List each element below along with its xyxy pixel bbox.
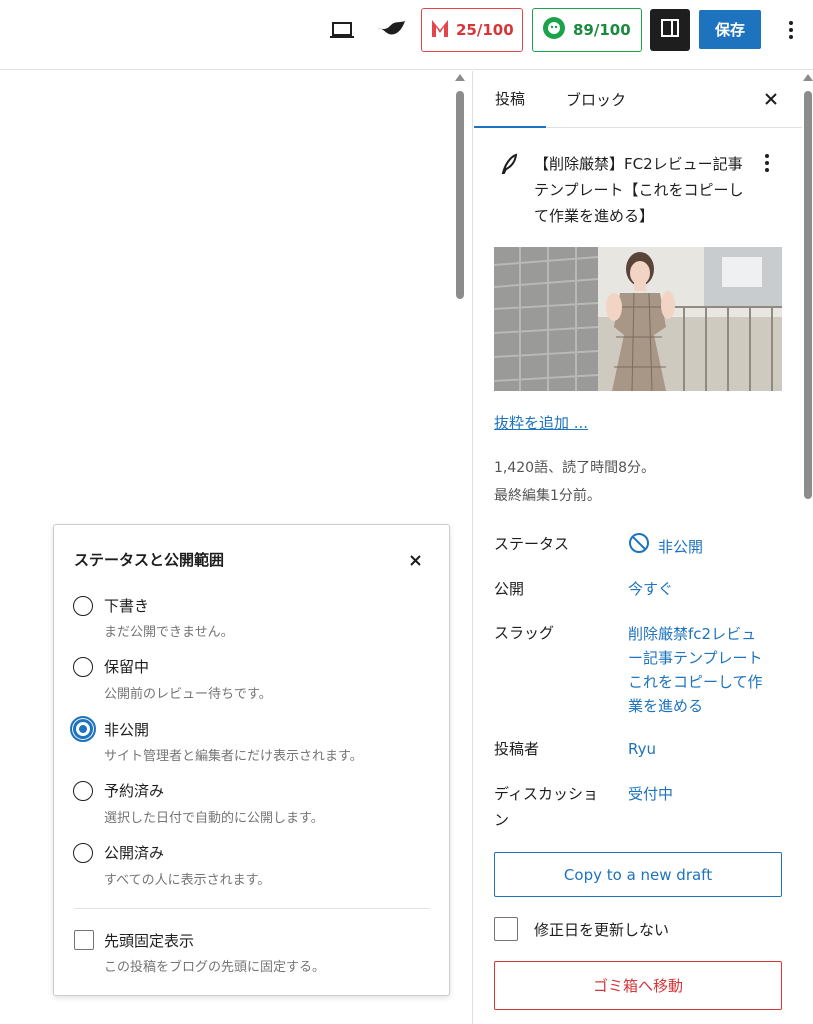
- panel-scroll-up-arrow-icon[interactable]: [803, 73, 813, 83]
- popover-divider: [74, 908, 430, 909]
- add-excerpt-link[interactable]: 抜粋を追加 ...: [494, 412, 588, 433]
- panel-scrollbar[interactable]: [803, 71, 813, 511]
- sticky-checkbox[interactable]: [74, 930, 94, 950]
- option-pending-desc: 公開前のレビュー待ちです。: [104, 687, 272, 702]
- move-to-trash-button[interactable]: ゴミ箱へ移動: [494, 961, 782, 1010]
- slug-value-button[interactable]: 削除厳禁fc2レビュー記事テンプレートこれをコピーして作業を進める: [628, 622, 766, 718]
- popover-title: ステータスと公開範囲: [74, 551, 225, 569]
- no-update-date-label: 修正日を更新しない: [534, 921, 670, 939]
- post-actions-ellipsis-icon[interactable]: [760, 151, 774, 175]
- post-title: 【削除厳禁】FC2レビュー記事テンプレート【これをコピーして作業を進める】: [534, 155, 744, 225]
- tab-block-label: ブロック: [566, 91, 627, 109]
- scroll-up-arrow-icon[interactable]: [455, 73, 465, 83]
- option-pending-label: 保留中: [104, 658, 150, 676]
- gear-face-icon: [541, 15, 567, 45]
- prohibited-icon: [628, 532, 650, 561]
- tab-block[interactable]: ブロック: [566, 71, 626, 128]
- editor-header: 25/100 89/100 保存: [0, 0, 813, 70]
- vertical-ellipsis-icon[interactable]: [780, 14, 802, 46]
- radio-pending[interactable]: [73, 657, 93, 677]
- radio-draft[interactable]: [73, 596, 93, 616]
- seo-score-badge[interactable]: 25/100: [421, 8, 523, 52]
- discussion-label: ディスカッション: [494, 785, 598, 829]
- option-published-label: 公開済み: [104, 844, 165, 862]
- radio-published[interactable]: [73, 843, 93, 863]
- panel-scroll-thumb[interactable]: [804, 91, 812, 499]
- radio-private[interactable]: [70, 716, 96, 742]
- option-draft-desc: まだ公開できません。: [104, 625, 234, 640]
- featured-image[interactable]: [494, 247, 782, 391]
- settings-sidebar: 投稿 ブロック 【削除厳禁】FC2レビュー記事テンプレート【これをコピーして作業…: [474, 71, 802, 1024]
- canvas-scroll-thumb[interactable]: [456, 91, 464, 299]
- sticky-label: 先頭固定表示: [104, 932, 195, 950]
- seo-score-value: 25/100: [456, 21, 514, 39]
- status-value: 非公開: [658, 537, 704, 556]
- publish-value-button[interactable]: 今すぐ: [628, 577, 673, 601]
- discussion-value-button[interactable]: 受付中: [628, 782, 673, 806]
- sticky-desc: この投稿をブログの先頭に固定する。: [104, 960, 326, 975]
- tab-post[interactable]: 投稿: [474, 71, 546, 128]
- option-draft-label: 下書き: [104, 597, 150, 615]
- word-count-text: 1,420語、読了時間8分。: [494, 460, 655, 476]
- sidebar-toggle-button[interactable]: [650, 9, 690, 51]
- laptop-icon[interactable]: [326, 14, 358, 46]
- no-update-date-checkbox[interactable]: [494, 917, 518, 941]
- author-label: 投稿者: [494, 740, 540, 758]
- status-visibility-popover: ステータスと公開範囲 下書き まだ公開できません。 保留中 公開前のレビュー待ち…: [53, 524, 450, 996]
- feather-icon: [500, 153, 518, 179]
- leaf-logo-icon[interactable]: [375, 14, 407, 46]
- option-private-label: 非公開: [104, 721, 150, 739]
- popover-close-icon[interactable]: [402, 547, 428, 573]
- m-logo-icon: [430, 17, 450, 43]
- last-edited-text: 最終編集1分前。: [494, 488, 601, 504]
- canvas-scrollbar[interactable]: [455, 71, 465, 311]
- sidebar-tabs: 投稿 ブロック: [474, 71, 802, 128]
- option-published-desc: すべての人に表示されます。: [104, 873, 271, 888]
- status-label: ステータス: [494, 535, 570, 553]
- close-icon[interactable]: [759, 87, 783, 111]
- option-scheduled-desc: 選択した日付で自動的に公開します。: [104, 811, 324, 826]
- readability-score-value: 89/100: [573, 21, 631, 39]
- save-button[interactable]: 保存: [699, 10, 761, 49]
- sidebar-panel-icon: [660, 18, 680, 42]
- copy-to-new-draft-button[interactable]: Copy to a new draft: [494, 852, 782, 897]
- radio-scheduled[interactable]: [73, 781, 93, 801]
- readability-score-badge[interactable]: 89/100: [532, 8, 642, 52]
- publish-label: 公開: [494, 580, 525, 598]
- slug-label: スラッグ: [494, 624, 555, 642]
- status-value-button[interactable]: 非公開: [628, 532, 703, 561]
- option-private-desc: サイト管理者と編集者にだけ表示されます。: [104, 749, 363, 764]
- author-value-button[interactable]: Ryu: [628, 737, 656, 761]
- tab-post-label: 投稿: [494, 90, 525, 108]
- option-scheduled-label: 予約済み: [104, 782, 165, 800]
